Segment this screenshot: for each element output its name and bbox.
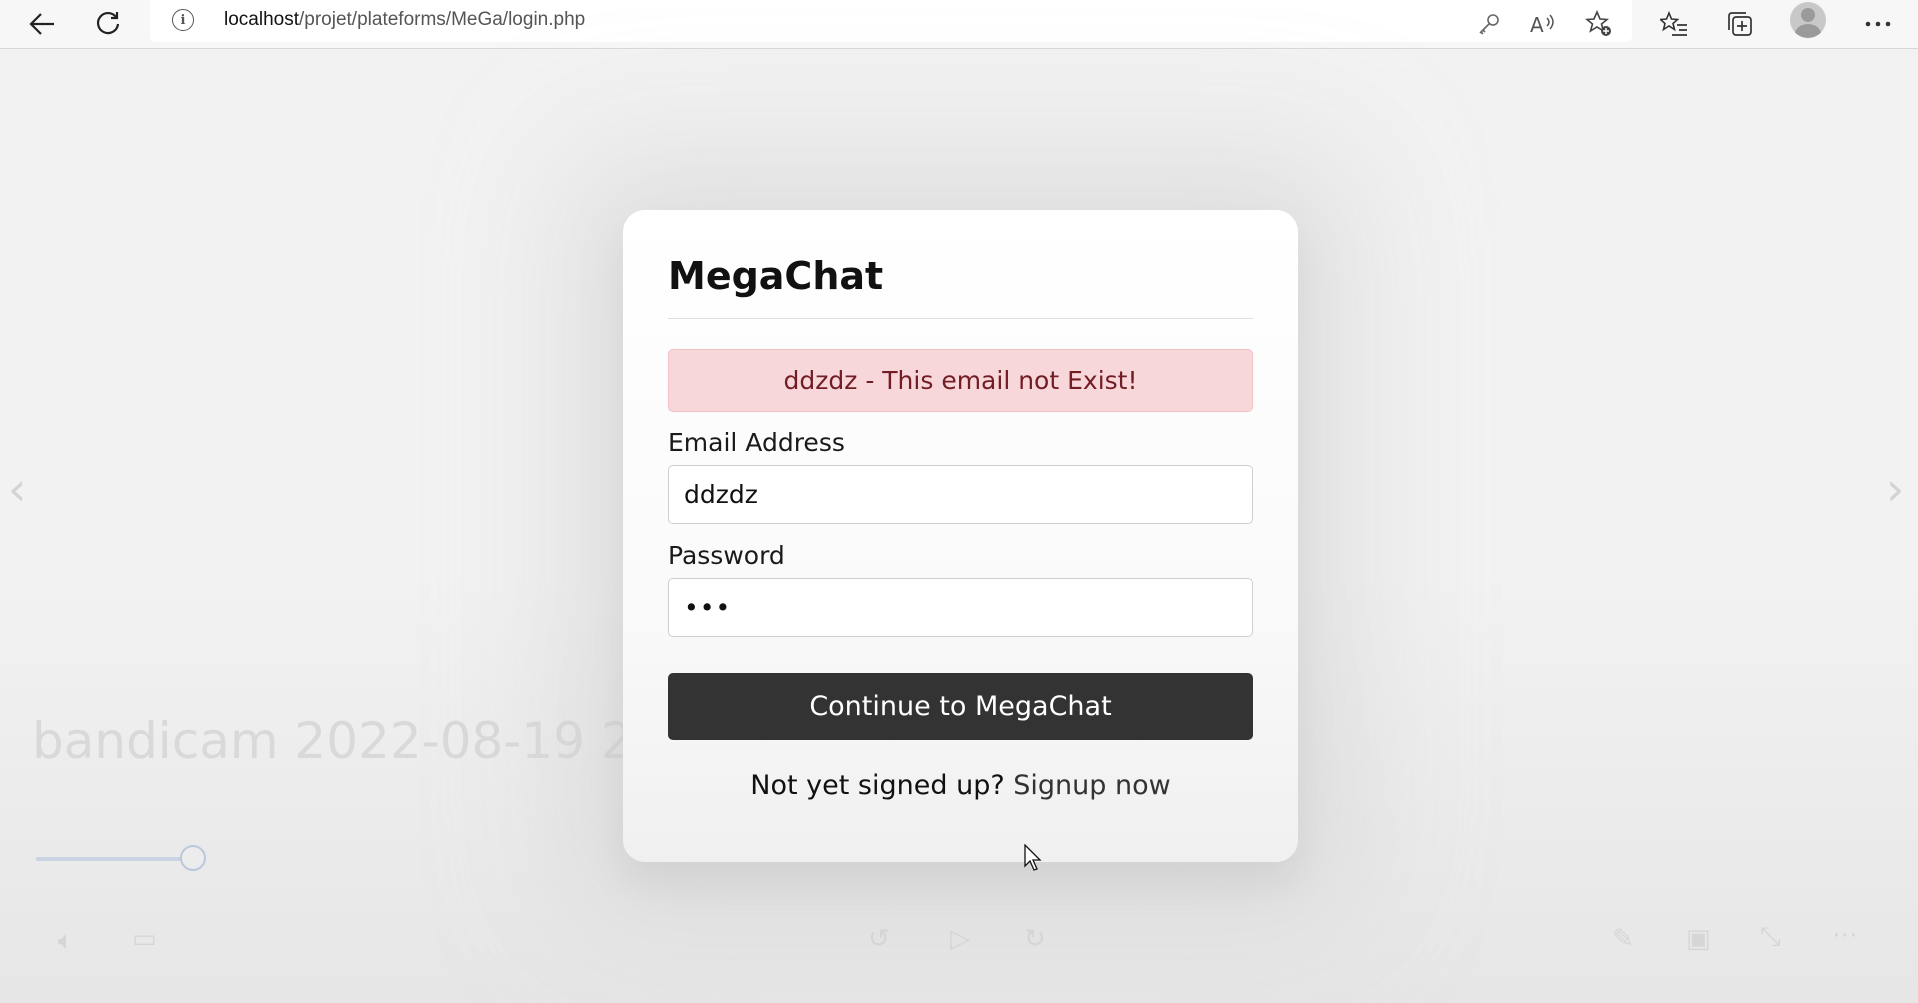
favorites-icon[interactable] [1656,6,1692,42]
captions-icon[interactable]: ▭ [132,924,157,954]
more-options-icon[interactable] [1860,6,1896,42]
seek-bar[interactable] [36,857,194,861]
site-info-icon[interactable]: i [172,9,194,31]
previous-arrow-icon[interactable]: ‹ [8,462,26,516]
continue-button[interactable]: Continue to MegaChat [668,673,1253,740]
signup-link[interactable]: Signup now [1013,770,1170,801]
play-icon[interactable]: ▷ [950,924,970,954]
email-label: Email Address [668,428,845,457]
refresh-icon[interactable] [90,6,126,42]
svg-text:A: A [1530,13,1544,36]
mouse-cursor-icon [1024,843,1042,876]
address-bar[interactable]: i localhost/projet/plateforms/MeGa/login… [150,0,1632,42]
picture-in-picture-icon[interactable]: ▣ [1686,924,1711,954]
url-text[interactable]: localhost/projet/plateforms/MeGa/login.p… [224,9,585,31]
key-icon[interactable] [1471,6,1507,42]
app-title: MegaChat [668,254,884,298]
viewer-more-icon[interactable]: ⋯ [1832,920,1858,950]
rewind-icon[interactable]: ↺ [868,924,890,954]
next-arrow-icon[interactable]: › [1886,462,1904,516]
signup-prompt-line: Not yet signed up? Signup now [623,770,1298,801]
browser-toolbar: i localhost/projet/plateforms/MeGa/login… [0,0,1918,49]
title-divider [668,318,1253,319]
minimize-icon[interactable]: ⤡ [1760,922,1781,953]
read-aloud-icon[interactable]: A [1525,6,1561,42]
signup-prompt: Not yet signed up? [750,770,1005,801]
email-field[interactable]: ddzdz [668,465,1253,524]
password-label: Password [668,541,785,570]
login-card: MegaChat ddzdz - This email not Exist! E… [623,210,1298,862]
password-field[interactable]: ••• [668,578,1253,637]
seek-thumb[interactable] [180,845,206,871]
add-favorite-icon[interactable] [1581,6,1617,42]
error-alert: ddzdz - This email not Exist! [668,349,1253,412]
edit-icon[interactable]: ✎ [1612,924,1634,954]
back-icon[interactable] [24,6,60,42]
collections-icon[interactable] [1722,6,1758,42]
profile-avatar[interactable] [1790,2,1826,38]
forward-icon[interactable]: ↻ [1024,924,1046,954]
volume-icon[interactable]: 🔈︎ [58,926,74,957]
